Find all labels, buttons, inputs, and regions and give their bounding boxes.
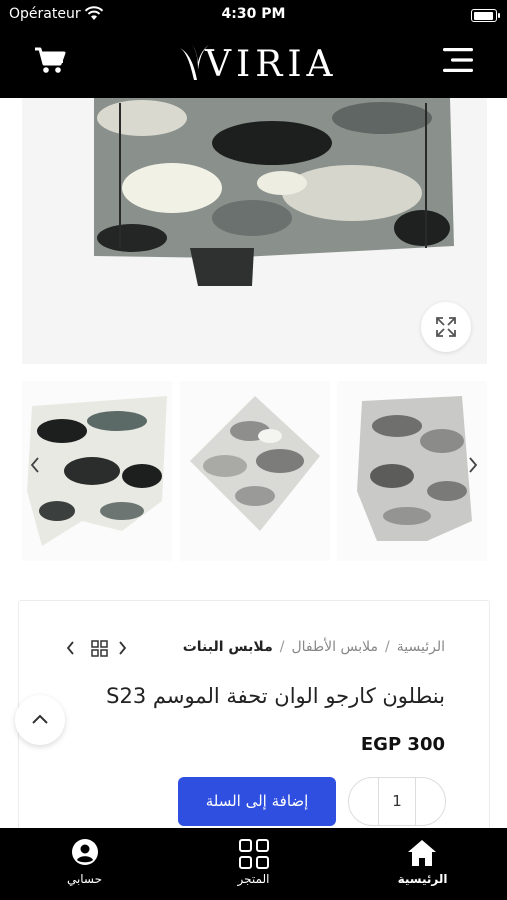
tab-home[interactable]: الرئيسية [338,828,507,900]
tab-home-label: الرئيسية [397,872,448,886]
hamburger-menu-icon[interactable] [443,46,473,74]
breadcrumb-home[interactable]: الرئيسية [397,639,445,655]
cart-icon[interactable] [34,45,66,75]
grid-view-icon[interactable] [91,640,108,657]
status-bar: Opérateur 4:30 PM [0,0,507,30]
product-main-image[interactable] [22,98,487,364]
prev-product-icon[interactable] [66,641,74,655]
chevron-up-icon [32,714,48,724]
breadcrumb: الرئيسية / ملابس الأطفال / ملابس البنات [183,639,445,655]
add-to-cart-button[interactable]: إضافة إلى السلة [178,777,336,826]
expand-icon [436,317,456,337]
quantity-value[interactable]: 1 [379,792,415,810]
tab-shop[interactable]: المتجر [169,828,338,900]
bottom-tab-bar: حسابي المتجر الرئيسية [0,828,507,900]
quantity-decrease-button[interactable] [349,778,379,825]
breadcrumb-girls-clothing[interactable]: ملابس البنات [183,639,273,655]
logo-text: VIRIA [205,44,338,85]
quantity-stepper[interactable]: 1 [348,777,446,826]
top-navbar: VIRIA [0,30,507,98]
camo-pants-grey-image [357,396,472,541]
camo-pants-image [22,98,487,364]
zoom-button[interactable] [421,302,471,352]
breadcrumb-kids-clothing[interactable]: ملابس الأطفال [291,639,378,655]
breadcrumb-separator: / [279,639,285,655]
thumbnail-1[interactable] [22,381,172,561]
product-title: بنطلون كارجو الوان تحفة الموسم S23 [106,684,445,708]
clock: 4:30 PM [221,6,286,22]
scroll-to-top-button[interactable] [15,695,65,745]
next-product-icon[interactable] [119,641,127,655]
grid-icon [239,839,269,869]
product-nav [66,640,127,657]
tab-account-label: حسابي [66,872,103,886]
home-icon [408,840,436,866]
tab-account[interactable]: حسابي [0,828,169,900]
product-price: EGP 300 [360,734,445,755]
camo-pants-grey-folded-image [190,396,320,531]
breadcrumb-separator: / [385,639,390,655]
thumbnail-next-icon[interactable] [466,455,480,475]
account-icon [72,839,98,865]
quantity-increase-button[interactable] [415,778,445,825]
camo-pants-bw-image [27,396,167,546]
tab-shop-label: المتجر [237,872,270,886]
battery-icon [471,9,500,22]
thumbnail-3[interactable] [337,381,487,561]
thumbnail-strip [22,381,487,561]
thumbnail-prev-icon[interactable] [28,455,42,475]
thumbnail-2[interactable] [180,381,330,561]
brand-logo[interactable]: VIRIA [176,40,336,86]
